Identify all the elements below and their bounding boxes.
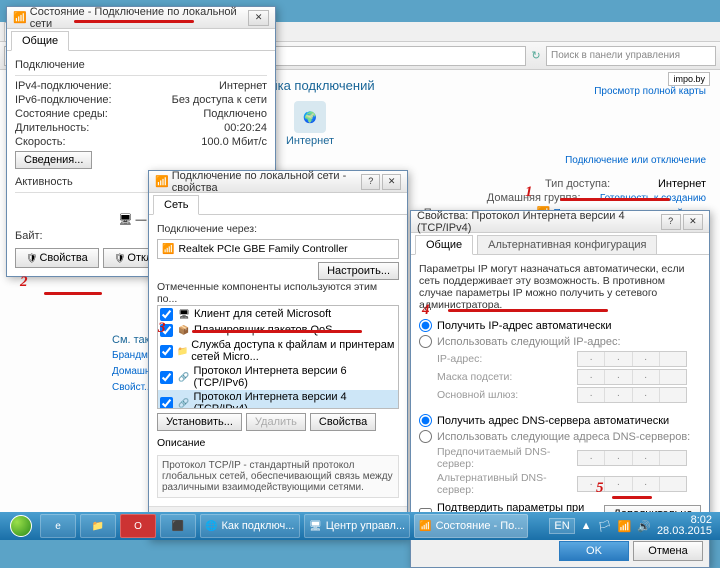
tray-icon[interactable]: ▲ bbox=[581, 520, 592, 532]
system-tray[interactable]: EN ▲ 🏳 📶 🔊 8:0228.03.2015 bbox=[549, 515, 716, 537]
properties-button[interactable]: Свойства bbox=[15, 248, 99, 268]
adapter-name: Realtek PCIe GBE Family Controller bbox=[157, 239, 399, 259]
auto-dns-radio[interactable] bbox=[419, 414, 432, 427]
clock[interactable]: 8:0228.03.2015 bbox=[657, 515, 712, 537]
task-status[interactable]: 📶 Состояние - По... bbox=[414, 514, 528, 538]
description-text: Протокол TCP/IP - стандартный протокол г… bbox=[157, 455, 399, 498]
titlebar[interactable]: Свойства: Протокол Интернета версии 4 (T… bbox=[411, 211, 709, 233]
close-icon[interactable]: ✕ bbox=[248, 10, 269, 26]
info-text: Параметры IP могут назначаться автоматич… bbox=[419, 263, 701, 311]
full-map-link[interactable]: Просмотр полной карты bbox=[594, 86, 706, 97]
titlebar[interactable]: 📶 Подключение по локальной сети - свойст… bbox=[149, 171, 407, 193]
manual-ip-radio[interactable] bbox=[419, 335, 432, 348]
tab-general[interactable]: Общие bbox=[415, 235, 473, 255]
component-props-button[interactable]: Свойства bbox=[310, 413, 376, 431]
conn-toggle-link[interactable]: Подключение или отключение bbox=[565, 155, 706, 166]
remove-button[interactable]: Удалить bbox=[246, 413, 306, 431]
dns1-input: ... bbox=[577, 450, 687, 466]
cancel-button[interactable]: Отмена bbox=[633, 541, 703, 561]
task-control[interactable]: 🖥 Центр управл... bbox=[304, 514, 410, 538]
titlebar[interactable]: 📶 Состояние - Подключение по локальной с… bbox=[7, 7, 275, 29]
lan-properties-dialog: 📶 Подключение по локальной сети - свойст… bbox=[148, 170, 408, 540]
search-input[interactable]: Поиск в панели управления bbox=[546, 46, 716, 66]
ipv4-item: 🔗Протокол Интернета версии 4 (TCP/IPv4) bbox=[158, 390, 398, 409]
tab-alt-config[interactable]: Альтернативная конфигурация bbox=[477, 235, 657, 255]
network-tray-icon[interactable]: 📶 bbox=[618, 520, 632, 533]
pin-opera[interactable]: O bbox=[120, 514, 156, 538]
pin-ie[interactable]: e bbox=[40, 514, 76, 538]
manual-dns-radio[interactable] bbox=[419, 430, 432, 443]
components-list[interactable]: 🖥Клиент для сетей Microsoft 📦Планировщик… bbox=[157, 305, 399, 409]
help-icon[interactable]: ? bbox=[661, 214, 681, 230]
task-browser[interactable]: 🌐 Как подключ... bbox=[200, 514, 300, 538]
tab-network[interactable]: Сеть bbox=[153, 195, 199, 215]
action-center-icon[interactable]: 🏳 bbox=[598, 520, 612, 533]
ip-input: ... bbox=[577, 351, 687, 367]
pin-app[interactable]: ⬛ bbox=[160, 514, 196, 538]
ok-button[interactable]: OK bbox=[559, 541, 629, 561]
configure-button[interactable]: Настроить... bbox=[318, 262, 399, 280]
auto-ip-radio[interactable] bbox=[419, 319, 432, 332]
install-button[interactable]: Установить... bbox=[157, 413, 242, 431]
help-icon[interactable]: ? bbox=[361, 174, 380, 190]
details-button[interactable]: Сведения... bbox=[15, 151, 92, 169]
mask-input: ... bbox=[577, 369, 687, 385]
start-button[interactable] bbox=[4, 514, 38, 538]
connection-details: Подключение или отключение Тип доступа: … bbox=[424, 108, 706, 221]
pin-explorer[interactable]: 📁 bbox=[80, 514, 116, 538]
volume-icon[interactable]: 🔊 bbox=[637, 520, 651, 533]
tab-general[interactable]: Общие bbox=[11, 31, 69, 51]
gateway-input: ... bbox=[577, 387, 687, 403]
close-icon[interactable]: ✕ bbox=[683, 214, 703, 230]
dns2-input: ... bbox=[577, 476, 687, 492]
close-icon[interactable]: ✕ bbox=[382, 174, 401, 190]
taskbar: e 📁 O ⬛ 🌐 Как подключ... 🖥 Центр управл.… bbox=[0, 512, 720, 540]
internet-icon: 🌍Интернет bbox=[286, 101, 334, 159]
lang-indicator: EN bbox=[549, 518, 574, 534]
mini-addr: impo.by bbox=[668, 72, 710, 86]
